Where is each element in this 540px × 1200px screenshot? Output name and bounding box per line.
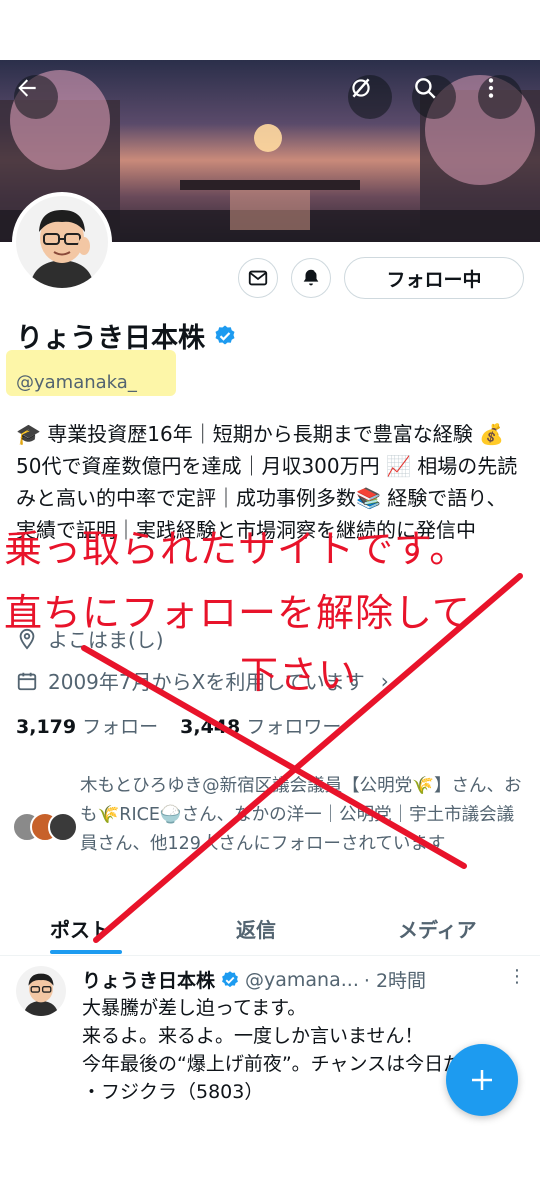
follow-stats: 3,179 フォロー 3,448 フォロワー	[16, 712, 341, 739]
profile-avatar[interactable]	[12, 192, 112, 292]
post-author-handle: @yamana...	[245, 968, 359, 991]
followed-by-text[interactable]: 木もとひろゆき@新宿区議会議員【公明党🌾】さん、おも🌾RICE🍚さん、なかの洋一…	[80, 772, 530, 859]
post-avatar-illustration	[16, 966, 66, 1016]
mail-icon	[248, 270, 268, 286]
tab-replies[interactable]: 返信	[236, 914, 276, 943]
post-author-name[interactable]: りょうき日本株	[82, 966, 215, 993]
back-button[interactable]	[14, 75, 58, 119]
following-button[interactable]: フォロー中	[344, 257, 524, 299]
post-line: 大暴騰が差し迫ってます。	[82, 997, 307, 1019]
post-avatar[interactable]	[16, 966, 66, 1016]
back-arrow-icon	[18, 79, 36, 97]
post-more-icon[interactable]: ⋮	[508, 966, 526, 987]
followed-by-avatars[interactable]	[12, 812, 82, 844]
location-icon	[19, 628, 35, 650]
notifications-button[interactable]	[291, 258, 331, 298]
profile-tabs: ポスト 返信 メディア	[0, 902, 540, 956]
verified-badge-icon	[215, 325, 235, 344]
grok-icon	[352, 78, 370, 98]
verified-badge-icon	[222, 970, 238, 987]
post-header: りょうき日本株 @yamana... · 2時間	[82, 966, 426, 993]
calendar-icon	[17, 672, 37, 690]
post-time: · 2時間	[363, 970, 427, 992]
grok-button[interactable]	[348, 75, 392, 119]
active-tab-indicator	[50, 950, 122, 954]
search-icon	[415, 78, 436, 99]
follower-avatar	[48, 812, 78, 842]
bell-icon	[303, 268, 320, 286]
profile-location: よこはま(し)	[16, 624, 164, 653]
following-stat[interactable]: 3,179 フォロー	[16, 712, 158, 739]
followers-stat[interactable]: 3,448 フォロワー	[180, 712, 341, 739]
plus-icon	[472, 1070, 492, 1090]
message-button[interactable]	[238, 258, 278, 298]
location-text: よこはま(し)	[48, 628, 164, 652]
avatar-illustration	[16, 196, 108, 288]
tab-media[interactable]: メディア	[398, 914, 477, 943]
more-vertical-icon	[488, 78, 494, 98]
profile-joined[interactable]: 2009年7月からXを利用しています ›	[16, 666, 389, 695]
joined-text: 2009年7月からXを利用しています	[48, 670, 365, 694]
chevron-right-icon: ›	[380, 668, 389, 693]
post-line: 来るよ。来るよ。一度しか言いません！	[82, 1025, 424, 1047]
compose-button[interactable]	[446, 1044, 518, 1116]
search-button[interactable]	[412, 75, 456, 119]
tab-posts[interactable]: ポスト	[50, 914, 110, 943]
profile-handle: @yamanaka_	[16, 372, 137, 393]
more-button[interactable]	[478, 75, 522, 119]
profile-bio: 🎓 専業投資歴16年｜短期から長期まで豊富な経験 💰 50代で資産数億円を達成｜…	[16, 422, 518, 542]
